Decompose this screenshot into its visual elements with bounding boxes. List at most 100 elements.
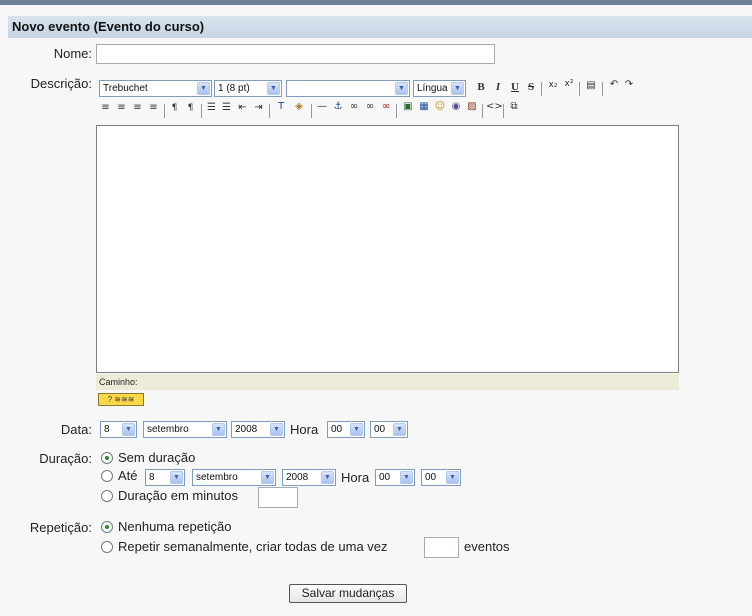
repeat-none-radio[interactable]	[101, 521, 113, 533]
fullscreen-icon[interactable]: ⧉	[507, 101, 521, 112]
nome-input[interactable]	[96, 44, 495, 64]
redo-icon[interactable]: ↷	[622, 79, 636, 90]
paragraph-format-select[interactable]: ▼	[286, 80, 410, 97]
background-color-icon[interactable]: ◈	[292, 101, 306, 112]
duration-minutes-radio[interactable]	[101, 490, 113, 502]
date-day-select[interactable]: 8 ▼	[100, 421, 137, 438]
special-char-icon[interactable]: ◉	[449, 101, 463, 112]
duracao-label: Duração:	[39, 451, 92, 466]
nolink-icon[interactable]: ∞	[363, 101, 377, 112]
editor-path-bar: Caminho:	[96, 374, 679, 390]
undo-icon[interactable]: ↶	[607, 79, 621, 90]
duration-none-radio[interactable]	[101, 452, 113, 464]
save-changes-button[interactable]: Salvar mudanças	[289, 584, 407, 603]
date-hour-value: 00	[331, 424, 343, 435]
font-family-value: Trebuchet	[103, 83, 148, 94]
repeat-none-label: Nenhuma repetição	[118, 519, 232, 534]
toolbar-separator	[164, 104, 165, 118]
repeat-weeks-suffix: eventos	[464, 539, 510, 554]
toolbar-separator	[541, 82, 542, 96]
strikethrough-button[interactable]: S	[525, 81, 537, 93]
language-select[interactable]: Língua ▼	[413, 80, 466, 97]
search-replace-icon[interactable]: ▨	[465, 101, 479, 112]
toolbar-separator	[482, 104, 483, 118]
link-icon[interactable]: ∞	[347, 101, 361, 112]
toolbar-separator	[396, 104, 397, 118]
align-right-icon[interactable]: ≡	[131, 102, 144, 113]
nome-label: Nome:	[53, 46, 92, 61]
date-hour-select[interactable]: 00 ▼	[327, 421, 365, 438]
date-minute-value: 00	[374, 424, 386, 435]
duration-minutes-input[interactable]	[258, 487, 298, 508]
ordered-list-icon[interactable]: ☰	[205, 102, 218, 113]
chevron-down-icon: ▼	[321, 471, 334, 484]
help-icon[interactable]: ? ≋≋≋	[98, 393, 144, 406]
smiley-icon[interactable]: ☺	[433, 101, 447, 112]
chevron-down-icon: ▼	[400, 471, 413, 484]
ltr-icon[interactable]: ¶	[168, 103, 181, 113]
data-label: Data:	[60, 422, 92, 437]
bold-button[interactable]: B	[475, 81, 487, 93]
chevron-down-icon: ▼	[212, 423, 225, 436]
duration-until-radio[interactable]	[101, 470, 113, 482]
toolbar-separator	[269, 104, 270, 118]
repeat-weeks-input[interactable]	[424, 537, 459, 558]
date-year-value: 2008	[235, 424, 258, 435]
until-day-select[interactable]: 8 ▼	[145, 469, 185, 486]
date-hora-label: Hora	[290, 422, 319, 437]
until-year-value: 2008	[286, 472, 309, 483]
until-day-value: 8	[149, 472, 155, 483]
description-editor[interactable]	[96, 125, 679, 373]
text-color-icon[interactable]: T	[274, 101, 288, 112]
underline-button[interactable]: U	[509, 81, 521, 93]
outdent-icon[interactable]: ⇤	[236, 102, 249, 113]
chevron-down-icon: ▼	[170, 471, 183, 484]
anchor-icon[interactable]: ⚓	[331, 101, 345, 112]
chevron-down-icon: ▼	[350, 423, 363, 436]
unlink-icon[interactable]: ∞	[379, 101, 393, 112]
duration-minutes-label: Duração em minutos	[118, 488, 238, 503]
until-minute-value: 00	[425, 472, 437, 483]
font-family-select[interactable]: Trebuchet ▼	[99, 80, 212, 97]
chevron-down-icon: ▼	[122, 423, 135, 436]
font-size-select[interactable]: 1 (8 pt) ▼	[214, 80, 282, 97]
toolbar-separator	[201, 104, 202, 118]
html-source-icon[interactable]: <>	[486, 101, 503, 112]
repeat-weekly-radio[interactable]	[101, 541, 113, 553]
top-border	[0, 0, 752, 5]
italic-button[interactable]: I	[492, 81, 504, 93]
unordered-list-icon[interactable]: ☰	[220, 102, 233, 113]
rtl-icon[interactable]: ¶	[184, 103, 197, 113]
chevron-down-icon: ▼	[395, 82, 408, 95]
indent-icon[interactable]: ⇥	[252, 102, 265, 113]
date-month-select[interactable]: setembro ▼	[143, 421, 227, 438]
subscript-icon[interactable]: x₂	[546, 80, 560, 90]
chevron-down-icon: ▼	[197, 82, 210, 95]
clean-word-icon[interactable]: ▤	[584, 80, 598, 91]
superscript-icon[interactable]: x²	[562, 79, 576, 89]
until-minute-select[interactable]: 00 ▼	[421, 469, 461, 486]
table-icon[interactable]: ▦	[417, 101, 431, 112]
chevron-down-icon: ▼	[451, 82, 464, 95]
until-month-value: setembro	[196, 472, 238, 483]
form-header: Novo evento (Evento do curso)	[8, 16, 752, 38]
align-center-icon[interactable]: ≡	[115, 102, 128, 113]
chevron-down-icon: ▼	[393, 423, 406, 436]
until-year-select[interactable]: 2008 ▼	[282, 469, 336, 486]
until-month-select[interactable]: setembro ▼	[192, 469, 276, 486]
horizontal-rule-icon[interactable]: —	[315, 101, 329, 112]
toolbar-separator	[311, 104, 312, 118]
until-hour-select[interactable]: 00 ▼	[375, 469, 415, 486]
align-left-icon[interactable]: ≡	[99, 102, 112, 113]
date-year-select[interactable]: 2008 ▼	[231, 421, 285, 438]
date-minute-select[interactable]: 00 ▼	[370, 421, 408, 438]
descricao-label: Descrição:	[30, 76, 92, 91]
until-hora-label: Hora	[341, 470, 370, 485]
path-label: Caminho:	[99, 377, 138, 387]
toolbar-separator	[602, 82, 603, 96]
image-icon[interactable]: ▣	[401, 101, 415, 112]
chevron-down-icon: ▼	[446, 471, 459, 484]
date-day-value: 8	[104, 424, 110, 435]
align-justify-icon[interactable]: ≡	[147, 102, 160, 113]
repeat-weekly-label: Repetir semanalmente, criar todas de uma…	[118, 539, 388, 554]
